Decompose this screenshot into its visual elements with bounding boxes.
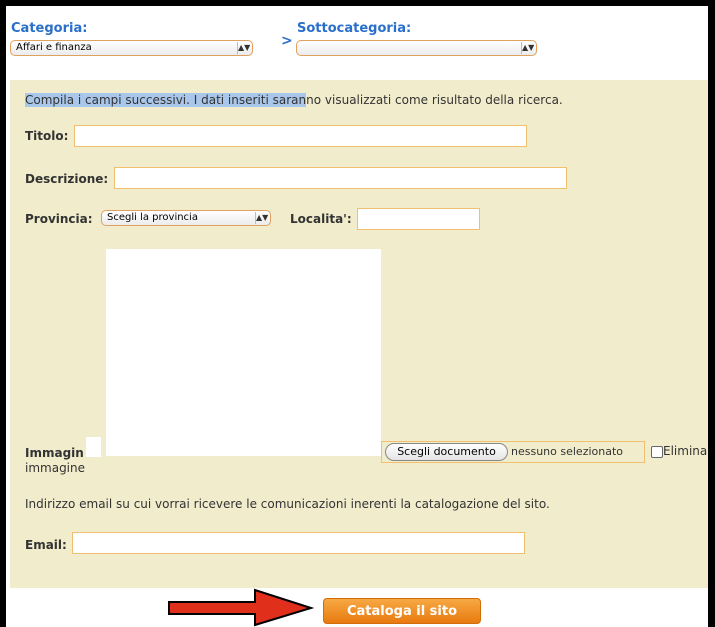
immagine-label: Immagin: [25, 446, 84, 460]
categoria-label: Categoria:: [11, 21, 88, 36]
titolo-input[interactable]: [74, 125, 527, 147]
provincia-select-value: Scegli la provincia: [107, 212, 198, 223]
sottocategoria-select[interactable]: ▲▼: [296, 40, 537, 56]
sottocategoria-label: Sottocategoria:: [297, 21, 412, 36]
email-input[interactable]: [72, 532, 525, 554]
window-frame-top: [0, 0, 715, 6]
select-arrows-icon: ▲▼: [255, 212, 269, 224]
categoria-select-value: Affari e finanza: [16, 42, 92, 53]
image-preview: [106, 249, 381, 456]
elimina-label: Elimina: [663, 444, 708, 458]
email-label: Email:: [25, 538, 67, 552]
provincia-label: Provincia:: [25, 212, 93, 226]
select-arrows-icon: ▲▼: [237, 42, 251, 54]
intro-text-selected: Compila i campi successivi. I dati inser…: [25, 93, 307, 107]
provincia-select[interactable]: Scegli la provincia ▲▼: [101, 210, 271, 226]
descrizione-label: Descrizione:: [25, 172, 109, 186]
red-arrow-icon: [168, 588, 315, 627]
separator-arrow: >: [281, 33, 293, 49]
categoria-select[interactable]: Affari e finanza ▲▼: [10, 40, 253, 56]
immagine-label-continued: immagine: [25, 461, 86, 475]
intro-text-rest: no visualizzati come risultato della ric…: [306, 93, 563, 107]
image-input-field[interactable]: [86, 437, 101, 457]
titolo-label: Titolo:: [25, 129, 69, 143]
localita-label: Localita':: [290, 212, 352, 226]
intro-text: Compila i campi successivi. I dati inser…: [25, 93, 563, 107]
descrizione-input[interactable]: [114, 167, 567, 189]
cataloga-sito-button[interactable]: Cataloga il sito: [323, 598, 481, 624]
window-frame-right: [708, 0, 715, 627]
elimina-checkbox[interactable]: [651, 446, 663, 458]
choose-file-button[interactable]: Scegli documento: [385, 443, 508, 461]
select-arrows-icon: ▲▼: [521, 42, 535, 54]
localita-input[interactable]: [357, 208, 480, 230]
email-note: Indirizzo email su cui vorrai ricevere l…: [25, 497, 550, 511]
file-status: nessuno selezionato: [511, 445, 624, 458]
window-frame-left: [0, 0, 6, 627]
